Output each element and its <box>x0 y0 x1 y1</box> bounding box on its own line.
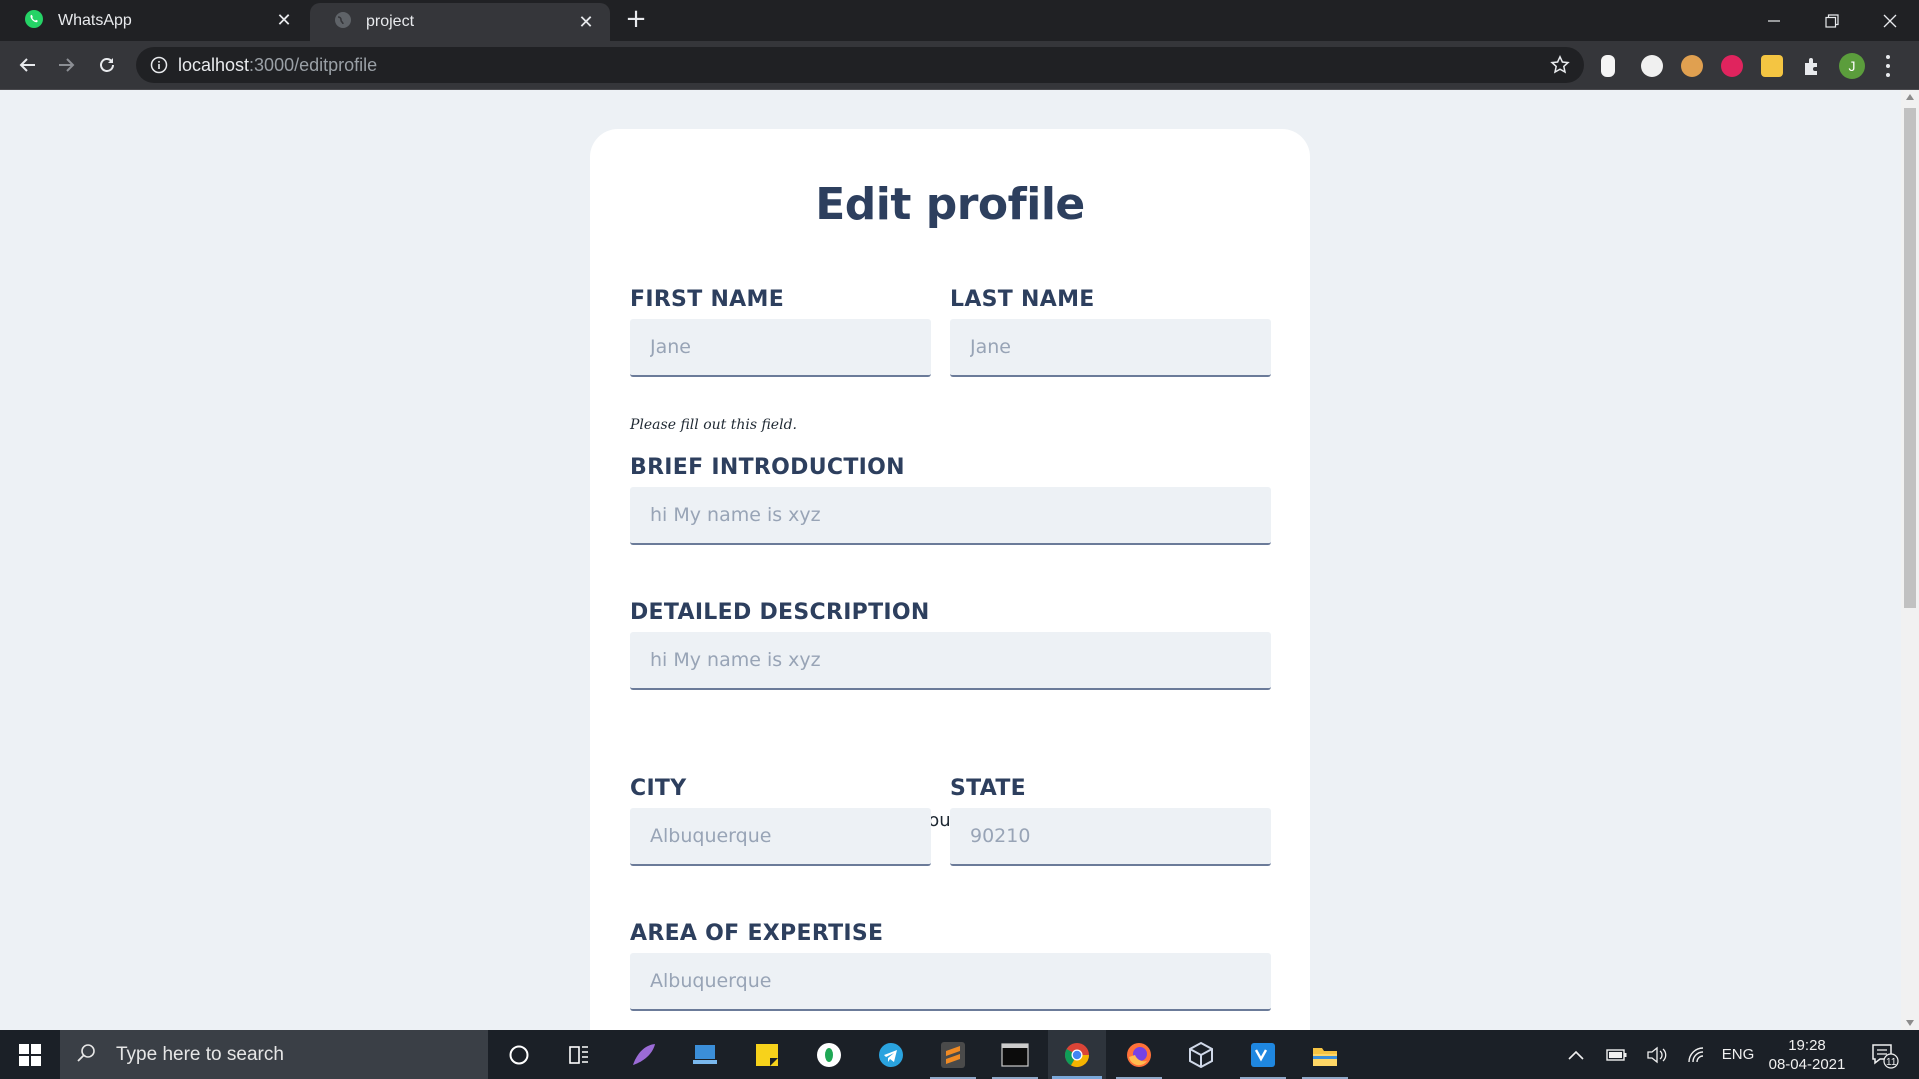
notification-count-badge: 11 <box>1886 1057 1897 1068</box>
chrome-icon[interactable] <box>1048 1030 1106 1079</box>
browser-tab-strip: WhatsApp ✕ project ✕ + <box>0 0 1919 41</box>
reload-icon[interactable] <box>91 49 123 81</box>
battery-icon[interactable] <box>1600 1030 1634 1079</box>
scroll-down-arrow-icon[interactable] <box>1906 1020 1914 1026</box>
search-icon <box>76 1043 96 1067</box>
sticky-notes-icon[interactable] <box>738 1030 796 1079</box>
whatsapp-desktop-icon[interactable] <box>800 1030 858 1079</box>
state-label: STATE <box>950 776 1026 801</box>
first-name-validation-message: Please fill out this field. <box>630 417 797 433</box>
browser-toolbar: localhost:3000/editprofile J <box>0 41 1919 89</box>
extension-icon-4[interactable] <box>1721 55 1743 77</box>
sublime-text-icon[interactable] <box>924 1030 982 1079</box>
extension-icon-5[interactable] <box>1761 55 1783 77</box>
tab-title: project <box>366 13 415 30</box>
back-arrow-icon[interactable] <box>11 49 43 81</box>
tab-title: WhatsApp <box>58 11 132 29</box>
taskbar-search-box[interactable]: Type here to search <box>60 1030 488 1079</box>
brief-introduction-label: BRIEF INTRODUCTION <box>630 455 905 480</box>
scroll-up-arrow-icon[interactable] <box>1906 94 1914 100</box>
city-label: CITY <box>630 776 687 801</box>
url-text: localhost:3000/editprofile <box>178 55 378 75</box>
language-indicator[interactable]: ENG <box>1718 1030 1758 1079</box>
telegram-icon[interactable] <box>862 1030 920 1079</box>
state-input[interactable] <box>950 808 1271 866</box>
tab-project[interactable]: project ✕ <box>310 3 610 41</box>
first-name-label: FIRST NAME <box>630 287 785 312</box>
page-viewport: Edit profile FIRST NAME LAST NAME Please… <box>0 90 1901 1030</box>
cookie-extension-icon[interactable] <box>1681 55 1703 77</box>
detailed-description-input[interactable] <box>630 632 1271 690</box>
bookmark-star-icon[interactable] <box>1550 55 1570 79</box>
brief-introduction-input[interactable] <box>630 487 1271 545</box>
restore-icon[interactable] <box>1803 0 1861 41</box>
clock-date: 08-04-2021 <box>1768 1056 1846 1073</box>
computer-app-icon[interactable] <box>676 1030 734 1079</box>
firefox-icon[interactable] <box>1110 1030 1168 1079</box>
file-explorer-icon[interactable] <box>1296 1030 1354 1079</box>
clock-time: 19:28 <box>1788 1037 1826 1054</box>
windows-logo-icon <box>19 1043 41 1066</box>
address-bar[interactable]: localhost:3000/editprofile <box>136 47 1584 83</box>
extension-icon-1[interactable] <box>1601 55 1615 77</box>
cortana-icon[interactable] <box>490 1030 548 1079</box>
close-tab-icon[interactable]: ✕ <box>274 10 294 31</box>
detailed-description-label: DETAILED DESCRIPTION <box>630 600 930 625</box>
terminal-icon[interactable] <box>986 1030 1044 1079</box>
virtualbox-icon[interactable] <box>1172 1030 1230 1079</box>
edit-profile-card: Edit profile FIRST NAME LAST NAME Please… <box>590 129 1310 1030</box>
close-window-icon[interactable] <box>1861 0 1919 41</box>
windows-taskbar: Type here to search ENG 19:28 08-04-2021… <box>0 1030 1919 1079</box>
page-title: Edit profile <box>815 179 1085 230</box>
tab-whatsapp[interactable]: WhatsApp ✕ <box>0 0 308 41</box>
windows-start-button[interactable] <box>0 1030 60 1079</box>
notification-center-icon[interactable]: 11 <box>1862 1030 1908 1079</box>
taskbar-clock[interactable]: 19:28 08-04-2021 <box>1762 1036 1852 1074</box>
page-scrollbar[interactable] <box>1901 90 1919 1030</box>
whatsapp-icon <box>24 9 44 33</box>
window-controls <box>1745 0 1919 41</box>
close-tab-icon[interactable]: ✕ <box>576 12 596 33</box>
globe-icon <box>334 11 352 33</box>
minimize-icon[interactable] <box>1745 0 1803 41</box>
area-of-expertise-input[interactable] <box>630 953 1271 1011</box>
city-input[interactable] <box>630 808 931 866</box>
vscode-icon[interactable] <box>1234 1030 1292 1079</box>
volume-icon[interactable] <box>1640 1030 1674 1079</box>
taskbar-search-placeholder: Type here to search <box>116 1043 284 1065</box>
last-name-label: LAST NAME <box>950 287 1095 312</box>
info-icon[interactable] <box>150 56 168 78</box>
feather-app-icon[interactable] <box>614 1030 672 1079</box>
more-menu-icon[interactable] <box>1884 55 1892 77</box>
show-hidden-icons-chevron-icon[interactable] <box>1562 1030 1590 1079</box>
wifi-icon[interactable] <box>1680 1030 1714 1079</box>
task-view-icon[interactable] <box>550 1030 608 1079</box>
last-name-input[interactable] <box>950 319 1271 377</box>
first-name-input[interactable] <box>630 319 931 377</box>
profile-avatar[interactable]: J <box>1839 53 1865 79</box>
puzzle-extensions-icon[interactable] <box>1801 55 1823 77</box>
scrollbar-thumb[interactable] <box>1904 108 1916 608</box>
area-of-expertise-label: AREA OF EXPERTISE <box>630 921 884 946</box>
forward-arrow-icon[interactable] <box>51 49 83 81</box>
new-tab-button[interactable]: + <box>624 6 648 32</box>
extension-icon-2[interactable] <box>1641 55 1663 77</box>
